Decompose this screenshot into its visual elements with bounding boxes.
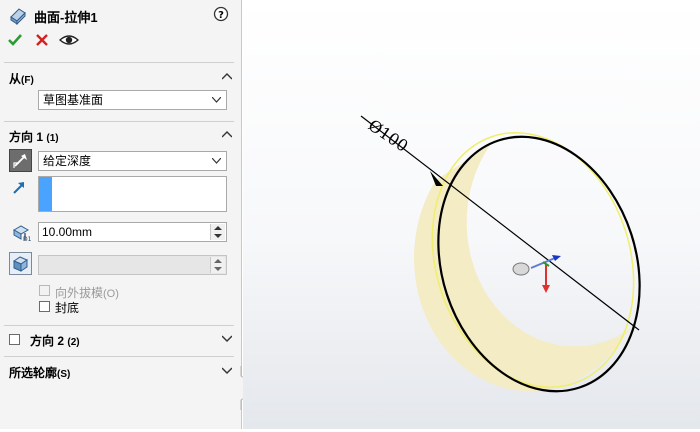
reverse-direction-icon <box>13 154 27 168</box>
chevron-down-icon <box>212 158 221 164</box>
cap-ends-checkbox[interactable] <box>39 301 50 312</box>
cancel-icon[interactable] <box>35 33 49 47</box>
chevron-down-icon <box>212 97 221 103</box>
origin-triad-icon <box>512 255 561 293</box>
end-condition-select[interactable]: 给定深度 <box>38 151 227 171</box>
model-view[interactable]: Ø100 <box>243 0 700 429</box>
help-icon[interactable]: ? <box>213 6 229 22</box>
collapse-chevron-icon[interactable] <box>222 73 232 80</box>
cap-ends-label: 封底 <box>55 301 80 315</box>
direction-arrow-icon <box>13 182 24 194</box>
spinner-arrows-icon <box>214 226 222 238</box>
ok-icon[interactable] <box>7 32 23 48</box>
draft-toggle-button[interactable] <box>9 252 32 275</box>
svg-text:D1: D1 <box>23 236 32 242</box>
expand-chevron-icon[interactable] <box>222 367 232 374</box>
depth-dimension-icon: D1 <box>12 225 32 242</box>
from-section-header[interactable]: 从(F) <box>9 70 34 87</box>
depth-input[interactable]: 10.00mm <box>38 222 227 242</box>
eye-icon[interactable] <box>59 33 79 47</box>
draft-angle-spinner[interactable] <box>210 257 225 273</box>
spinner-arrows-icon <box>214 259 222 271</box>
reverse-direction-button[interactable] <box>9 149 32 172</box>
direction-selection-box[interactable] <box>38 176 227 212</box>
direction1-section-header[interactable]: 方向 1 (1) <box>9 128 59 145</box>
collapse-chevron-icon[interactable] <box>222 131 232 138</box>
draft-angle-input[interactable] <box>38 255 227 275</box>
graphics-viewport[interactable]: Ø100 <box>243 0 700 429</box>
direction2-checkbox[interactable] <box>9 334 20 345</box>
svg-text:?: ? <box>218 10 224 21</box>
draft-outward-checkbox[interactable] <box>39 285 50 296</box>
selected-contours-section-header[interactable]: 所选轮廓(S) <box>9 364 70 381</box>
feature-title: 曲面-拉伸1 <box>34 10 98 25</box>
depth-spinner[interactable] <box>210 224 225 240</box>
expand-chevron-icon[interactable] <box>222 335 232 342</box>
selection-focus-bar <box>39 177 52 211</box>
from-select[interactable]: 草图基准面 <box>38 90 227 110</box>
diameter-dimension[interactable]: Ø100 <box>365 116 412 156</box>
property-manager-panel: 曲面-拉伸1 ? 从(F) 草图基准面 方向 1 (1) 给定深度 D1 10.… <box>0 0 242 429</box>
direction2-section-header[interactable]: 方向 2 (2) <box>30 332 80 349</box>
surface-extrude-icon <box>10 8 26 25</box>
draft-icon <box>12 256 29 272</box>
